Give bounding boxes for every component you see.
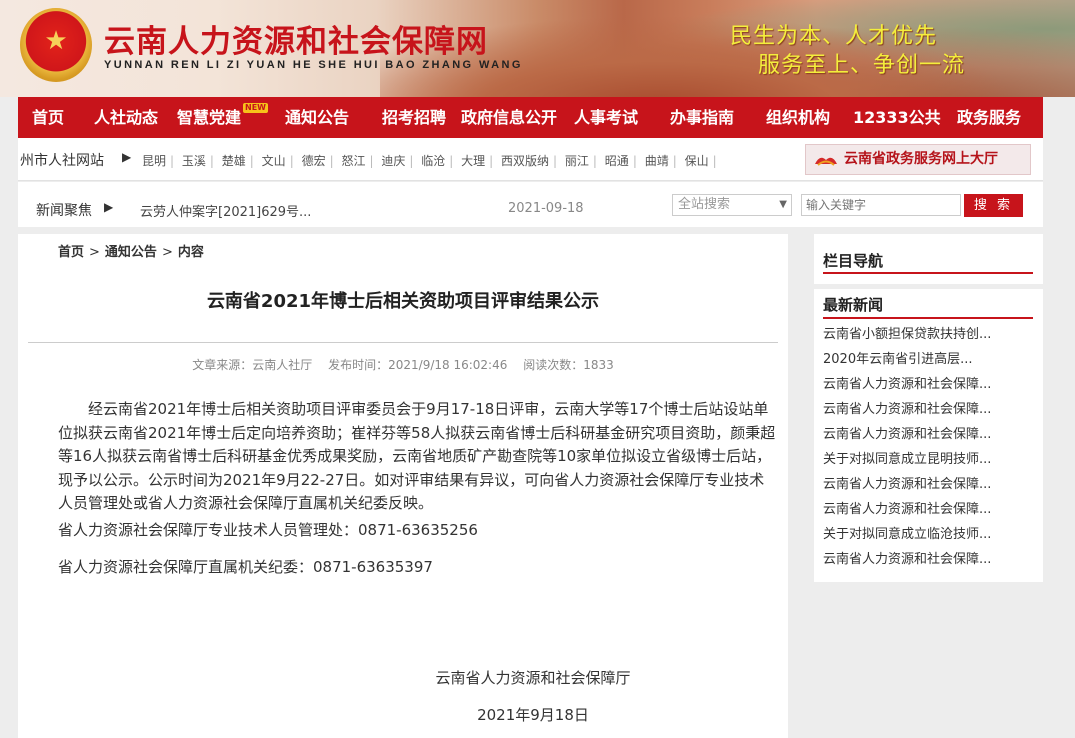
main-nav: 首页 人社动态 智慧党建 NEW 通知公告 招考招聘 政府信息公开 人事考试 办… [18,97,1043,138]
nav-services[interactable]: 政务服务 [957,97,1021,138]
city-link[interactable]: 西双版纳 [501,154,549,168]
list-item[interactable]: 云南省人力资源和社会保障... [823,550,1035,575]
focus-news-link[interactable]: 云劳人仲案字[2021]629号... [140,201,311,220]
list-item[interactable]: 关于对拟同意成立临沧技师... [823,525,1035,550]
nav-gov-info[interactable]: 政府信息公开 [461,97,557,138]
city-link[interactable]: 保山 [685,154,709,168]
column-nav-heading: 栏目导航 [823,252,884,270]
nav-recruit[interactable]: 招考招聘 [382,97,446,138]
list-item[interactable]: 2020年云南省引进高层... [823,350,1035,375]
article-panel: 首页 > 通知公告 > 内容 云南省2021年博士后相关资助项目评审结果公示 文章来源：… [18,234,788,738]
city-link[interactable]: 昆明 [142,154,166,168]
slogan-line-2: 服务至上、争创一流 [758,53,966,78]
nav-notices[interactable]: 通知公告 [285,97,349,138]
city-link[interactable]: 大理 [461,154,485,168]
nav-news[interactable]: 人社动态 [94,97,158,138]
list-item[interactable]: 关于对拟同意成立昆明技师... [823,450,1035,475]
city-sites-label: 州市人社网站 [20,153,104,169]
article-body: 经云南省2021年博士后相关资助项目评审委员会于9月17-18日评审，云南大学等… [58,400,776,512]
news-focus-bar: 新闻聚焦 ▶ 云劳人仲案字[2021]629号... 2021-09-18 全站… [18,182,1043,227]
signature-date: 2021年9月18日 [477,706,589,724]
gov-service-label: 云南省政务服务网上大厅 [844,151,998,167]
slogan-line-1: 民生为本、人才优先 [730,24,938,49]
nav-home[interactable]: 首页 [32,97,64,138]
nav-guide[interactable]: 办事指南 [670,97,734,138]
article-meta: 文章来源：云南人社厅 发布时间：2021/9/18 16:02:46 阅读次数：… [18,356,788,373]
city-link[interactable]: 昭通 [605,154,629,168]
article-published: 发布时间：2021/9/18 16:02:46 [328,358,508,372]
chevron-down-icon: ▼ [779,199,787,210]
gov-service-logo-icon [815,157,837,166]
title-divider [28,342,778,343]
city-link[interactable]: 玉溪 [182,154,206,168]
search-scope-select[interactable]: 全站搜索 ▼ [672,194,792,216]
list-item[interactable]: 云南省人力资源和社会保障... [823,425,1035,450]
search-input[interactable] [801,194,961,216]
search-scope-value: 全站搜索 [678,197,731,212]
contact-2-text: 省人力资源社会保障厅直属机关纪委：0871-63635397 [58,558,433,576]
nav-org[interactable]: 组织机构 [766,97,830,138]
list-item[interactable]: 云南省人力资源和社会保障... [823,475,1035,500]
list-item[interactable]: 云南省小额担保贷款扶持创... [823,325,1035,350]
city-links: 昆明 | 玉溪 | 楚雄 | 文山 | 德宏 | 怒江 | 迪庆 | 临沧 | 大理 | 西双版纳… [142,154,717,168]
contact-1-text: 省人力资源社会保障厅专业技术人员管理处：0871-63635256 [58,521,478,539]
contact-line-2: 省人力资源社会保障厅直属机关纪委：0871-63635397 [58,556,433,577]
triangle-right-icon: ▶ [104,200,114,214]
triangle-right-icon: ▶ [122,150,132,164]
site-title[interactable]: 云南人力资源和社会保障网 [104,16,488,61]
latest-news-list: 云南省小额担保贷款扶持创... 2020年云南省引进高层... 云南省人力资源和… [823,325,1035,575]
star-icon: ★ [44,26,68,56]
new-badge: NEW [243,103,268,113]
nav-party[interactable]: 智慧党建 [177,97,241,138]
heading-underline [823,317,1033,319]
breadcrumb-current: 内容 [177,245,204,260]
city-link[interactable]: 德宏 [302,154,326,168]
city-link[interactable]: 楚雄 [222,154,246,168]
city-sites-bar: 州市人社网站 ▶ 昆明 | 玉溪 | 楚雄 | 文山 | 德宏 | 怒江 | 迪庆 | 临沧 |… [18,138,1043,181]
city-link[interactable]: 丽江 [565,154,589,168]
city-link[interactable]: 曲靖 [645,154,669,168]
sidebar-column-nav: 栏目导航 [814,234,1043,284]
city-link[interactable]: 临沧 [421,154,445,168]
breadcrumb-notices[interactable]: 通知公告 [105,245,157,260]
city-link[interactable]: 怒江 [341,154,365,168]
site-pinyin: YUNNAN REN LI ZI YUAN HE SHE HUI BAO ZHA… [104,59,523,71]
latest-news-heading: 最新新闻 [823,296,884,314]
site-header-banner: ★ 云南人力资源和社会保障网 YUNNAN REN LI ZI YUAN HE … [0,0,1075,97]
city-link[interactable]: 文山 [262,154,286,168]
nav-12333[interactable]: 12333公共 [853,97,941,138]
breadcrumb-home[interactable]: 首页 [58,245,84,260]
list-item[interactable]: 云南省人力资源和社会保障... [823,500,1035,525]
gov-service-hall-button[interactable]: 云南省政务服务网上大厅 [805,144,1031,175]
focus-news-date: 2021-09-18 [508,201,584,216]
contact-line-1: 省人力资源社会保障厅专业技术人员管理处：0871-63635256 [58,519,478,540]
signature-org: 云南省人力资源和社会保障厅 [435,669,631,687]
list-item[interactable]: 云南省人力资源和社会保障... [823,375,1035,400]
article-source: 文章来源：云南人社厅 [192,358,313,372]
city-link[interactable]: 迪庆 [381,154,405,168]
sidebar-latest-news: 最新新闻 云南省小额担保贷款扶持创... 2020年云南省引进高层... 云南省… [814,289,1043,582]
nav-exams[interactable]: 人事考试 [574,97,638,138]
list-item[interactable]: 云南省人力资源和社会保障... [823,400,1035,425]
breadcrumb: 首页 > 通知公告 > 内容 [58,245,204,260]
national-emblem-icon[interactable]: ★ [20,8,92,82]
search-button[interactable]: 搜 索 [964,194,1023,217]
news-focus-label: 新闻聚焦 [36,203,92,219]
article-views: 阅读次数：1833 [523,358,614,372]
heading-underline [823,272,1033,274]
article-title: 云南省2021年博士后相关资助项目评审结果公示 [206,291,600,312]
